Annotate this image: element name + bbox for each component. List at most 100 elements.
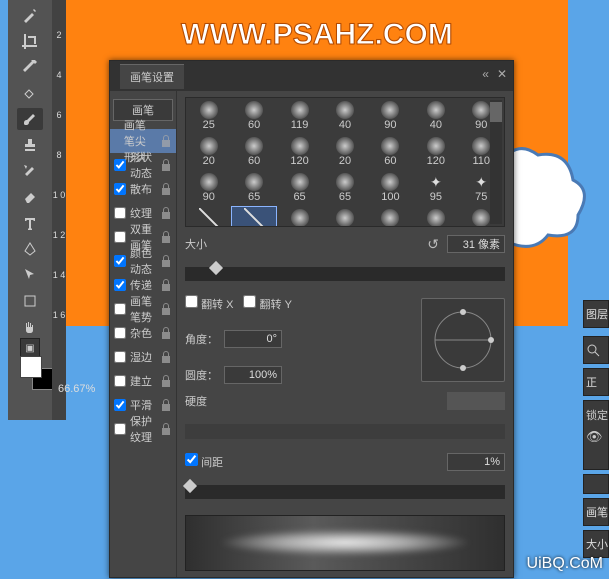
brush-preset[interactable]: 75 <box>186 206 231 227</box>
brush-preset[interactable]: 25 <box>186 98 231 134</box>
roundness-label: 圆度： <box>185 367 218 383</box>
hand-tool[interactable] <box>17 316 43 338</box>
option-checkbox[interactable] <box>114 423 126 435</box>
option-checkbox[interactable] <box>114 327 126 339</box>
size-input[interactable] <box>447 235 505 253</box>
brush-preset[interactable]: 60 <box>231 134 276 170</box>
lock-icon <box>160 326 172 340</box>
brush-preset[interactable]: 100 <box>368 170 413 206</box>
reset-size-icon[interactable]: ↺ <box>427 236 439 253</box>
option-checkbox[interactable] <box>114 279 126 291</box>
brush-option-7[interactable]: 画笔笔势 <box>110 297 176 321</box>
blend-mode-label[interactable]: 正 <box>583 368 609 396</box>
brush-option-8[interactable]: 杂色 <box>110 321 176 345</box>
brush-option-10[interactable]: 建立 <box>110 369 176 393</box>
ruler-tick: 1 2 <box>52 230 66 240</box>
lock-icon <box>160 374 172 388</box>
brush-size-label: 90 <box>475 119 487 131</box>
collapse-icon[interactable]: « <box>482 67 489 81</box>
brush-preset[interactable]: 90 <box>368 98 413 134</box>
hardness-input[interactable] <box>447 392 505 410</box>
brush-preset[interactable]: ✦95 <box>413 170 458 206</box>
zoom-level[interactable]: 66.67% <box>58 383 95 395</box>
option-checkbox[interactable] <box>114 183 126 195</box>
option-checkbox[interactable] <box>114 375 126 387</box>
ruler-tick: 8 <box>52 150 66 160</box>
pen-tool[interactable] <box>17 238 43 260</box>
brush-preset[interactable]: 65 <box>231 170 276 206</box>
lock-icon <box>160 230 172 244</box>
brush-preset[interactable]: 60 <box>231 98 276 134</box>
option-label: 湿边 <box>130 349 152 365</box>
brush-preset[interactable]: 120 <box>413 134 458 170</box>
brush-preset[interactable]: 20 <box>186 134 231 170</box>
brush-preset[interactable]: 90 <box>186 170 231 206</box>
visibility-eye-icon[interactable]: 👁 <box>586 429 603 445</box>
brush-preset[interactable]: 35 <box>413 206 458 227</box>
brush-preset[interactable]: 50 <box>231 206 276 227</box>
divider <box>583 474 609 494</box>
brush-preset[interactable]: 60 <box>368 134 413 170</box>
brush-option-12[interactable]: 保护纹理 <box>110 417 176 441</box>
shape-tool[interactable] <box>17 290 43 312</box>
option-checkbox[interactable] <box>114 399 126 411</box>
option-checkbox[interactable] <box>114 255 126 267</box>
brush-preset[interactable]: 40 <box>322 98 367 134</box>
stamp-tool[interactable] <box>17 134 43 156</box>
brush-panel-tab[interactable]: 画笔 <box>583 498 609 526</box>
option-checkbox[interactable] <box>114 303 126 315</box>
type-tool[interactable] <box>17 212 43 234</box>
option-checkbox[interactable] <box>114 351 126 363</box>
eraser-tool[interactable] <box>17 186 43 208</box>
brush-preset[interactable]: 42 <box>322 206 367 227</box>
foreground-color[interactable] <box>20 356 42 378</box>
size-slider[interactable] <box>185 267 505 281</box>
layers-panel-tab[interactable]: 图层 <box>583 300 609 328</box>
close-icon[interactable]: ✕ <box>497 67 507 81</box>
roundness-input[interactable] <box>224 366 282 384</box>
option-label: 杂色 <box>130 325 152 341</box>
brush-size-label: 25 <box>203 119 215 131</box>
panel-title-tab[interactable]: 画笔设置 <box>120 64 184 89</box>
angle-input[interactable] <box>224 330 282 348</box>
brush-preset[interactable]: 20 <box>322 134 367 170</box>
color-swatches[interactable] <box>20 356 56 392</box>
path-select-tool[interactable] <box>17 264 43 286</box>
spacing-checkbox[interactable]: 间距 <box>185 453 223 470</box>
brush-option-5[interactable]: 颜色动态 <box>110 249 176 273</box>
angle-control[interactable] <box>421 298 505 382</box>
brush-preset[interactable]: 119 <box>277 98 322 134</box>
brush-preset[interactable]: 27 <box>368 206 413 227</box>
brush-option-2[interactable]: 散布 <box>110 177 176 201</box>
panel-header: 画笔设置 « ✕ <box>110 61 513 91</box>
brush-option-9[interactable]: 湿边 <box>110 345 176 369</box>
brush-preset[interactable]: 20 <box>277 206 322 227</box>
brush-grid-scrollbar[interactable] <box>490 100 502 224</box>
wand-tool[interactable] <box>17 4 43 26</box>
healing-tool[interactable] <box>17 82 43 104</box>
option-label: 平滑 <box>130 397 152 413</box>
option-checkbox[interactable] <box>114 159 126 171</box>
spacing-input[interactable] <box>447 453 505 471</box>
brush-tool[interactable] <box>17 108 43 130</box>
flip-x-checkbox[interactable]: 翻转 X <box>185 295 233 312</box>
brush-preset[interactable]: 65 <box>322 170 367 206</box>
brush-size-label: 65 <box>293 191 305 203</box>
option-checkbox[interactable] <box>114 231 126 243</box>
quick-mask-icon[interactable]: ▣ <box>20 338 40 358</box>
brush-option-1[interactable]: 形状动态 <box>110 153 176 177</box>
brush-preset[interactable]: 120 <box>277 134 322 170</box>
brush-preset[interactable]: 65 <box>277 170 322 206</box>
search-icon[interactable] <box>586 343 600 357</box>
scrollbar-thumb[interactable] <box>490 102 502 122</box>
flip-y-checkbox[interactable]: 翻转 Y <box>243 295 291 312</box>
brush-size-label: 20 <box>339 155 351 167</box>
eyedropper-tool[interactable] <box>17 56 43 78</box>
crop-tool[interactable] <box>17 30 43 52</box>
option-checkbox[interactable] <box>114 207 126 219</box>
spacing-slider[interactable] <box>185 485 505 499</box>
brush-size-label: 65 <box>339 191 351 203</box>
brush-preset[interactable]: 40 <box>413 98 458 134</box>
history-brush-tool[interactable] <box>17 160 43 182</box>
brush-size-label: 40 <box>339 119 351 131</box>
